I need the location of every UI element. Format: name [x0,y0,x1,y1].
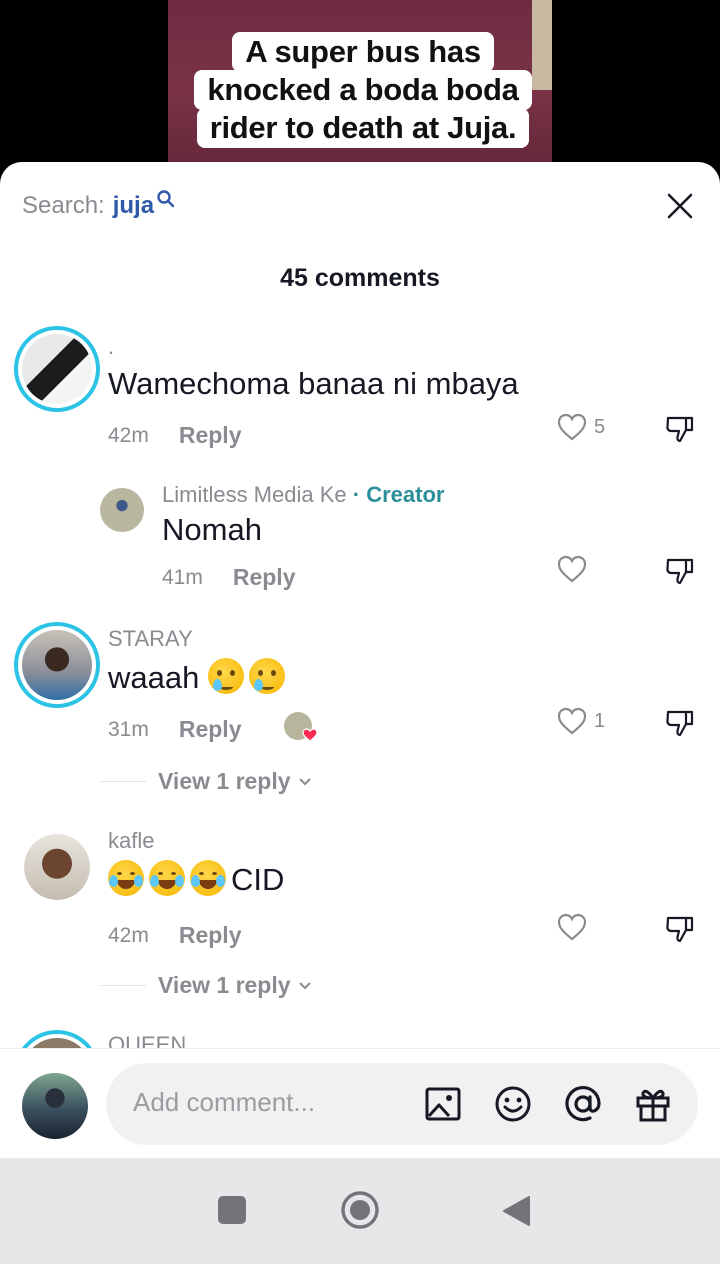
dislike-icon[interactable] [664,706,696,738]
like-button[interactable] [556,554,588,584]
heart-icon [557,707,587,735]
tears-of-joy-icon [108,860,144,896]
caption-line-3: rider to death at Juja. [196,108,530,148]
comment-text-row: waaah [108,658,290,696]
dislike-icon[interactable] [664,912,696,944]
search-label: Search: [22,192,105,219]
nav-back-icon[interactable] [500,1194,532,1228]
comment-text: waaah [108,660,200,695]
chevron-down-icon [298,981,311,989]
crying-face-icon [207,658,244,694]
reply-button[interactable]: Reply [179,716,242,743]
search-suggestion[interactable]: Search: juja [22,189,176,220]
dislike-icon[interactable] [664,554,696,586]
app-root: A super bus has knocked a boda boda ride… [0,0,720,1264]
chevron-down-icon [298,777,311,785]
comment-time: 42m [108,923,149,947]
comment-input-placeholder: Add comment... [133,1087,316,1117]
comment-meta: 42m Reply [108,922,242,949]
gift-icon[interactable] [634,1085,672,1123]
avatar[interactable] [14,622,100,708]
avatar[interactable] [100,488,144,532]
caption-line-1: A super bus has [232,32,494,72]
comment-text-row: CID [108,860,284,898]
emoji-icon[interactable] [494,1085,532,1123]
comment-username[interactable]: QUEEN [108,1032,186,1048]
search-icon[interactable] [156,189,176,209]
reply-button[interactable]: Reply [179,922,242,949]
current-user-avatar[interactable] [22,1073,88,1139]
comment-time: 31m [108,717,149,741]
comment-list[interactable]: . Wamechoma banaa ni mbaya 42m Reply 5 L… [0,322,720,1048]
dislike-icon[interactable] [664,412,696,444]
reply-username[interactable]: Limitless Media Ke · Creator [162,482,444,508]
like-count: 1 [594,709,606,732]
comments-count-title: 45 comments [280,264,440,292]
caption-line-2: knocked a boda boda [194,70,532,110]
comment-text: Wamechoma banaa ni mbaya [108,366,519,401]
nav-recents-icon[interactable] [218,1196,246,1224]
comment-text: Nomah [162,512,262,547]
comment-time: 41m [162,565,203,589]
add-comment-bar: Add comment... [0,1048,720,1158]
view-replies-label: View 1 reply [158,972,291,998]
like-count: 5 [594,415,606,438]
close-icon[interactable] [664,190,696,222]
heart-icon [557,913,587,941]
tears-of-joy-icon [149,860,185,896]
search-term[interactable]: juja [113,192,154,220]
comment-username[interactable]: STARAY [108,626,193,652]
like-button[interactable]: 1 [556,706,605,736]
system-nav-bar [0,1158,720,1264]
mention-icon[interactable] [564,1085,602,1123]
comment-username[interactable]: . [108,334,114,360]
reply-button[interactable]: Reply [179,422,242,449]
comment-meta: 41m Reply [162,564,296,591]
heart-icon [557,555,587,583]
comment-meta: 31m Reply [108,716,242,743]
comments-sheet: Search: juja 45 comments . Wamechoma ban… [0,162,720,1158]
avatar[interactable] [14,1030,100,1048]
like-button[interactable] [556,912,588,942]
view-replies-button[interactable]: View 1 reply [100,768,313,795]
creator-name[interactable]: Limitless Media Ke [162,482,347,507]
comment-username[interactable]: kafle [108,828,154,854]
avatar[interactable] [24,834,90,900]
comment-text: CID [231,862,285,897]
view-replies-button[interactable]: View 1 reply [100,972,313,999]
video-caption: A super bus has knocked a boda boda ride… [174,32,552,148]
comment-time: 42m [108,423,149,447]
like-button[interactable]: 5 [556,412,605,442]
tears-of-joy-icon [190,860,226,896]
comment-input[interactable]: Add comment... [106,1063,698,1145]
nav-home-icon[interactable] [340,1190,380,1230]
heart-icon [302,728,318,742]
comment-meta: 42m Reply [108,422,242,449]
crying-face-icon [248,658,285,694]
reply-button[interactable]: Reply [233,564,296,591]
image-icon[interactable] [424,1085,462,1123]
creator-badge: · Creator [352,482,445,507]
view-replies-label: View 1 reply [158,768,291,794]
avatar[interactable] [14,326,100,412]
heart-icon [557,413,587,441]
